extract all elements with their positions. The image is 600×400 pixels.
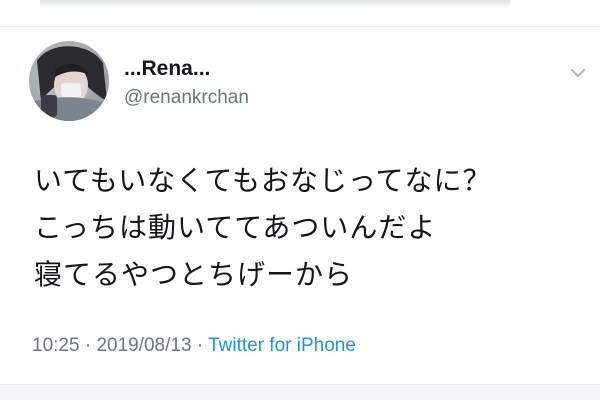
tweet-text-line: こっちは動いててあついんだよ	[34, 211, 437, 244]
user-handle[interactable]: @renankrchan	[124, 87, 249, 109]
previous-tweet-fade	[40, 0, 510, 8]
display-name[interactable]: ...Rena...	[124, 57, 210, 81]
tweet-date[interactable]: 2019/08/13	[96, 335, 191, 356]
tweet-time[interactable]: 10:25	[32, 335, 80, 356]
avatar[interactable]	[29, 41, 109, 121]
tweet-text-line: 寝てるやつとちげーから	[34, 258, 354, 291]
previous-tweet-edge	[0, 0, 600, 27]
tweet-text-line: いてもいなくてもおなじってなに？	[34, 164, 492, 197]
tweet-source-link[interactable]: Twitter for iPhone	[208, 335, 356, 356]
chevron-down-icon[interactable]	[566, 63, 590, 83]
avatar-image	[29, 41, 109, 121]
tweet-text: いてもいなくてもおなじってなに？ こっちは動いててあついんだよ 寝てるやつとちげ…	[34, 157, 590, 298]
meta-separator: ·	[196, 335, 204, 356]
tweet-card[interactable]: ...Rena... @renankrchan いてもいなくてもおなじってなに？…	[0, 27, 600, 377]
tweet-metadata: 10:25 · 2019/08/13 · Twitter for iPhone	[32, 335, 356, 357]
next-section-edge	[0, 385, 600, 400]
meta-separator: ·	[84, 335, 92, 356]
